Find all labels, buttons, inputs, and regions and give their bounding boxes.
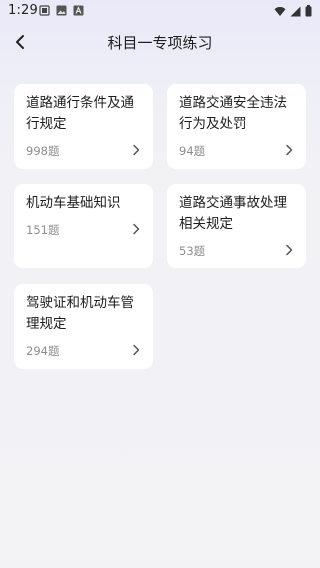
status-left-icons xyxy=(39,5,84,16)
category-card-traffic-rules[interactable]: 道路通行条件及通行规定 998题 xyxy=(14,84,153,169)
card-title: 驾驶证和机动车管理规定 xyxy=(26,295,134,332)
battery-icon xyxy=(305,5,312,17)
card-title: 机动车基础知识 xyxy=(26,195,121,211)
page-title: 科目一专项练习 xyxy=(107,34,213,52)
question-count: 94题 xyxy=(179,144,206,158)
question-count: 151题 xyxy=(26,223,60,237)
category-card-violations[interactable]: 道路交通安全违法行为及处罚 94题 xyxy=(167,84,306,169)
signal-icon xyxy=(290,6,301,16)
chevron-right-icon xyxy=(133,144,140,156)
status-bar: 1:29 xyxy=(0,0,320,24)
chevron-right-icon xyxy=(133,223,140,235)
notification-icon xyxy=(39,5,50,16)
status-time: 1:29 xyxy=(8,3,38,18)
font-icon xyxy=(73,5,84,16)
card-title: 道路交通安全违法行为及处罚 xyxy=(179,95,287,132)
card-title: 道路交通事故处理相关规定 xyxy=(179,195,287,232)
category-card-accident-handling[interactable]: 道路交通事故处理相关规定 53题 xyxy=(167,184,306,268)
app-header: 科目一专项练习 xyxy=(0,24,320,60)
category-card-vehicle-basics[interactable]: 机动车基础知识 151题 xyxy=(14,184,153,268)
question-count: 53题 xyxy=(179,244,206,258)
wifi-icon xyxy=(274,6,286,16)
card-title: 道路通行条件及通行规定 xyxy=(26,95,134,132)
chevron-right-icon xyxy=(286,144,293,156)
chevron-right-icon xyxy=(286,244,293,256)
chevron-right-icon xyxy=(133,344,140,356)
image-icon xyxy=(56,5,67,16)
category-card-license-management[interactable]: 驾驶证和机动车管理规定 294题 xyxy=(14,284,153,369)
question-count: 998题 xyxy=(26,144,60,158)
question-count: 294题 xyxy=(26,344,60,358)
status-right-icons xyxy=(274,5,312,17)
